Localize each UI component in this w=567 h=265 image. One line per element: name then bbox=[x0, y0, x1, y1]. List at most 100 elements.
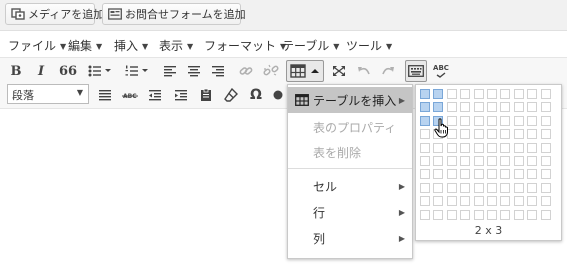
grid-cell[interactable] bbox=[540, 169, 551, 180]
align-center-button[interactable] bbox=[187, 61, 201, 81]
grid-cell[interactable] bbox=[460, 182, 471, 193]
indent-button[interactable] bbox=[174, 85, 188, 105]
grid-cell[interactable] bbox=[527, 129, 538, 140]
grid-cell[interactable] bbox=[433, 89, 444, 99]
italic-button[interactable]: I bbox=[34, 61, 48, 81]
menu-delete-table[interactable]: 表を削除 bbox=[288, 139, 412, 165]
grid-cell[interactable] bbox=[473, 89, 484, 99]
grid-cell[interactable] bbox=[473, 196, 484, 207]
grid-cell[interactable] bbox=[487, 156, 497, 166]
grid-cell[interactable] bbox=[487, 209, 497, 220]
bold-button[interactable]: B bbox=[9, 61, 23, 81]
grid-cell[interactable] bbox=[460, 169, 471, 180]
grid-cell[interactable] bbox=[527, 169, 538, 180]
grid-cell[interactable] bbox=[487, 102, 497, 113]
menu-row[interactable]: 行 ▶ bbox=[288, 199, 412, 225]
grid-cell[interactable] bbox=[513, 182, 524, 193]
grid-cell[interactable] bbox=[513, 115, 524, 126]
outdent-button[interactable] bbox=[148, 85, 162, 105]
grid-cell[interactable] bbox=[473, 129, 484, 140]
grid-cell[interactable] bbox=[500, 196, 511, 207]
grid-cell[interactable] bbox=[500, 102, 511, 113]
grid-cell[interactable] bbox=[540, 115, 551, 126]
add-contact-form-button[interactable]: お問合せフォームを追加 bbox=[102, 3, 246, 25]
grid-cell[interactable] bbox=[420, 89, 430, 99]
special-character-button[interactable]: Ω bbox=[249, 85, 263, 105]
grid-cell[interactable] bbox=[473, 156, 484, 166]
grid-cell[interactable] bbox=[446, 196, 457, 207]
grid-cell[interactable] bbox=[420, 115, 430, 126]
grid-cell[interactable] bbox=[446, 102, 457, 113]
grid-cell[interactable] bbox=[527, 89, 538, 99]
menu-table[interactable]: テーブル ▼ bbox=[282, 37, 339, 54]
menu-edit[interactable]: 編集 ▼ bbox=[68, 37, 102, 54]
grid-cell[interactable] bbox=[433, 182, 444, 193]
menu-column[interactable]: 列 ▶ bbox=[288, 225, 412, 251]
grid-cell[interactable] bbox=[527, 115, 538, 126]
grid-cell[interactable] bbox=[460, 209, 471, 220]
redo-button[interactable] bbox=[380, 61, 396, 81]
grid-cell[interactable] bbox=[420, 156, 430, 166]
help-button[interactable] bbox=[273, 85, 283, 105]
grid-cell[interactable] bbox=[460, 156, 471, 166]
grid-cell[interactable] bbox=[420, 129, 430, 140]
align-left-button[interactable] bbox=[163, 61, 177, 81]
grid-cell[interactable] bbox=[513, 102, 524, 113]
table-button[interactable] bbox=[286, 60, 324, 82]
format-select[interactable]: 段落 ▼ bbox=[7, 84, 89, 104]
bullet-list-button[interactable] bbox=[88, 61, 114, 81]
grid-cell[interactable] bbox=[473, 169, 484, 180]
grid-cell[interactable] bbox=[527, 102, 538, 113]
grid-cell[interactable] bbox=[500, 182, 511, 193]
grid-cell[interactable] bbox=[460, 129, 471, 140]
grid-cell[interactable] bbox=[540, 89, 551, 99]
grid-cell[interactable] bbox=[487, 182, 497, 193]
grid-cell[interactable] bbox=[460, 142, 471, 153]
add-media-button[interactable]: メディアを追加 bbox=[5, 3, 104, 25]
grid-cell[interactable] bbox=[527, 209, 538, 220]
numbered-list-button[interactable] bbox=[125, 61, 151, 81]
grid-cell[interactable] bbox=[460, 196, 471, 207]
grid-cell[interactable] bbox=[500, 142, 511, 153]
menu-insert[interactable]: 挿入 ▼ bbox=[114, 37, 148, 54]
clear-formatting-button[interactable] bbox=[224, 85, 238, 105]
toolbar-toggle-button[interactable] bbox=[405, 60, 427, 82]
grid-cell[interactable] bbox=[513, 169, 524, 180]
fullscreen-button[interactable] bbox=[331, 61, 347, 81]
grid-cell[interactable] bbox=[540, 209, 551, 220]
menu-cell[interactable]: セル ▶ bbox=[288, 173, 412, 199]
grid-cell[interactable] bbox=[500, 129, 511, 140]
grid-cell[interactable] bbox=[433, 102, 444, 113]
grid-cell[interactable] bbox=[487, 196, 497, 207]
blockquote-button[interactable]: 66 bbox=[59, 61, 77, 81]
strikethrough-button[interactable]: ABC bbox=[122, 85, 138, 105]
grid-cell[interactable] bbox=[527, 142, 538, 153]
grid-cell[interactable] bbox=[460, 89, 471, 99]
grid-cell[interactable] bbox=[433, 196, 444, 207]
grid-cell[interactable] bbox=[446, 209, 457, 220]
grid-cell[interactable] bbox=[513, 196, 524, 207]
grid-cell[interactable] bbox=[433, 142, 444, 153]
menu-view[interactable]: 表示 ▼ bbox=[159, 37, 193, 54]
grid-cell[interactable] bbox=[513, 156, 524, 166]
grid-cell[interactable] bbox=[500, 89, 511, 99]
menu-file[interactable]: ファイル ▼ bbox=[8, 37, 66, 54]
grid-cell[interactable] bbox=[460, 115, 471, 126]
paste-text-button[interactable] bbox=[199, 85, 213, 105]
menu-insert-table[interactable]: テーブルを挿入 ▶ bbox=[288, 87, 412, 113]
grid-cell[interactable] bbox=[473, 115, 484, 126]
grid-cell[interactable] bbox=[487, 169, 497, 180]
grid-cell[interactable] bbox=[540, 102, 551, 113]
grid-cell[interactable] bbox=[446, 182, 457, 193]
grid-cell[interactable] bbox=[420, 102, 430, 113]
grid-cell[interactable] bbox=[487, 142, 497, 153]
grid-cell[interactable] bbox=[420, 196, 430, 207]
grid-cell[interactable] bbox=[473, 209, 484, 220]
grid-cell[interactable] bbox=[487, 129, 497, 140]
grid-cell[interactable] bbox=[540, 196, 551, 207]
undo-button[interactable] bbox=[356, 61, 372, 81]
align-right-button[interactable] bbox=[211, 61, 225, 81]
insert-link-button[interactable] bbox=[238, 61, 254, 81]
grid-cell[interactable] bbox=[473, 142, 484, 153]
grid-cell[interactable] bbox=[513, 142, 524, 153]
